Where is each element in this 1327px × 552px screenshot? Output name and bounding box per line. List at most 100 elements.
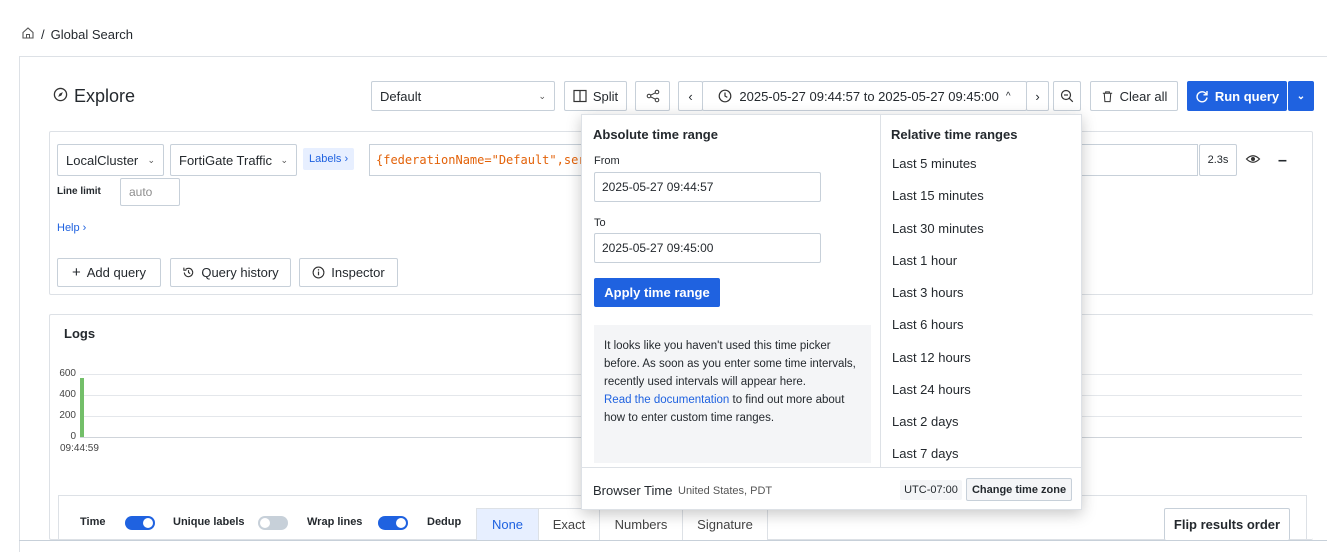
trash-icon (1102, 90, 1112, 102)
time-range-picker-button[interactable]: 2025-05-27 09:44:57 to 2025-05-27 09:45:… (702, 81, 1027, 111)
split-icon (573, 89, 587, 103)
relative-range-item[interactable]: Last 1 hour (892, 253, 957, 268)
history-icon (183, 267, 194, 278)
relative-range-item[interactable]: Last 12 hours (892, 350, 971, 365)
relative-time-ranges-title: Relative time ranges (891, 127, 1018, 142)
wrap-lines-toggle[interactable] (378, 516, 408, 530)
apply-time-range-button[interactable]: Apply time range (594, 278, 720, 307)
split-button[interactable]: Split (564, 81, 627, 111)
logs-title: Logs (64, 326, 96, 341)
run-query-label: Run query (1214, 88, 1280, 104)
chevron-down-icon: ⌄ (147, 154, 155, 165)
chevron-down-icon: ⌄ (538, 90, 546, 101)
time-range-label: 2025-05-27 09:44:57 to 2025-05-27 09:45:… (739, 88, 999, 104)
divider (880, 115, 881, 467)
to-label: To (594, 217, 606, 229)
chevron-down-icon: ⌄ (280, 154, 288, 165)
add-query-button[interactable]: + Add query (57, 258, 161, 287)
eye-icon[interactable] (1245, 151, 1261, 170)
page-title: Explore (53, 86, 135, 107)
relative-range-item[interactable]: Last 15 minutes (892, 188, 984, 203)
from-input[interactable]: 2025-05-27 09:44:57 (594, 172, 821, 202)
chevron-up-icon: ^ (1005, 90, 1011, 102)
dedup-option-exact[interactable]: Exact (538, 508, 600, 540)
share-button[interactable] (635, 81, 670, 111)
relative-range-item[interactable]: Last 24 hours (892, 382, 971, 397)
absolute-time-range-title: Absolute time range (593, 127, 718, 142)
run-query-button[interactable]: Run query (1187, 81, 1287, 111)
relative-range-item[interactable]: Last 2 days (892, 414, 959, 429)
home-icon[interactable] (21, 26, 35, 43)
inspector-button[interactable]: Inspector (299, 258, 398, 287)
query-input-end[interactable] (1081, 144, 1198, 176)
dedup-option-numbers[interactable]: Numbers (599, 508, 683, 540)
time-toggle-label: Time (80, 516, 106, 528)
zoom-out-button[interactable] (1053, 81, 1081, 111)
help-link[interactable]: Help › (57, 217, 86, 239)
split-label: Split (592, 88, 619, 104)
time-picker-popover: Absolute time range From 2025-05-27 09:4… (581, 114, 1082, 510)
chevron-down-icon: ⌄ (1296, 90, 1306, 102)
relative-range-item[interactable]: Last 3 hours (892, 285, 964, 300)
cluster-select[interactable]: LocalCluster ⌄ (57, 144, 164, 176)
compass-icon (53, 86, 68, 107)
zoom-out-icon (1060, 89, 1074, 103)
remove-query-icon[interactable]: – (1278, 152, 1287, 170)
breadcrumb-separator: / (41, 27, 45, 42)
change-time-zone-button[interactable]: Change time zone (966, 478, 1072, 501)
x-tick-label: 09:44:59 (60, 443, 99, 454)
to-input[interactable]: 2025-05-27 09:45:00 (594, 233, 821, 263)
time-forward-button[interactable]: › (1026, 81, 1049, 111)
flip-results-order-button[interactable]: Flip results order (1164, 508, 1290, 540)
y-tick-label: 0 (70, 431, 76, 442)
wrap-lines-toggle-label: Wrap lines (307, 516, 363, 528)
chevron-right-icon: › (1035, 88, 1040, 104)
dedup-option-none[interactable]: None (476, 508, 539, 540)
stream-select[interactable]: FortiGate Traffic ⌄ (170, 144, 297, 176)
plus-icon: + (71, 264, 81, 281)
line-limit-placeholder: auto (129, 185, 153, 199)
browser-region: United States, PDT (678, 485, 773, 497)
unique-labels-toggle[interactable] (258, 516, 288, 530)
y-tick-label: 400 (59, 389, 76, 400)
log-volume-bar (80, 378, 84, 437)
time-picker-info: It looks like you haven't used this time… (594, 325, 871, 463)
info-text: It looks like you haven't used this time… (604, 340, 856, 388)
relative-range-item[interactable]: Last 7 days (892, 446, 959, 461)
clock-icon (718, 89, 732, 103)
dedup-option-signature[interactable]: Signature (682, 508, 768, 540)
query-input[interactable]: {federationName="Default",ser (369, 144, 589, 176)
unique-labels-toggle-label: Unique labels (173, 516, 245, 528)
divider (19, 540, 1327, 541)
refresh-icon (1196, 91, 1208, 103)
utc-offset-badge: UTC-07:00 (900, 480, 962, 500)
stream-value: FortiGate Traffic (179, 152, 272, 168)
line-limit-label: Line limit (57, 186, 101, 197)
clear-all-button[interactable]: Clear all (1090, 81, 1178, 111)
cluster-value: LocalCluster (66, 152, 139, 168)
query-duration: 2.3s (1199, 144, 1237, 176)
query-history-label: Query history (201, 265, 279, 280)
y-tick-label: 200 (59, 410, 76, 421)
y-tick-label: 600 (59, 368, 76, 379)
run-query-options-button[interactable]: ⌄ (1288, 81, 1314, 111)
time-picker-footer: Browser Time United States, PDT UTC-07:0… (582, 467, 1081, 509)
dedup-label: Dedup (427, 516, 462, 528)
time-toggle[interactable] (125, 516, 155, 530)
datasource-value: Default (380, 88, 422, 104)
browser-time-label: Browser Time (593, 483, 673, 498)
relative-range-item[interactable]: Last 30 minutes (892, 221, 984, 236)
labels-browser-button[interactable]: Labels › (303, 148, 355, 170)
from-label: From (594, 155, 620, 167)
relative-range-item[interactable]: Last 6 hours (892, 317, 964, 332)
breadcrumb: / Global Search (21, 26, 133, 43)
documentation-link[interactable]: Read the documentation (604, 394, 729, 406)
relative-range-item[interactable]: Last 5 minutes (892, 156, 977, 171)
add-query-label: Add query (86, 265, 147, 280)
query-history-button[interactable]: Query history (170, 258, 291, 287)
clear-all-label: Clear all (1119, 88, 1168, 104)
inspector-label: Inspector (331, 265, 385, 280)
datasource-select[interactable]: Default ⌄ (371, 81, 555, 111)
line-limit-input[interactable]: auto (120, 178, 180, 206)
time-back-button[interactable]: ‹ (678, 81, 703, 111)
